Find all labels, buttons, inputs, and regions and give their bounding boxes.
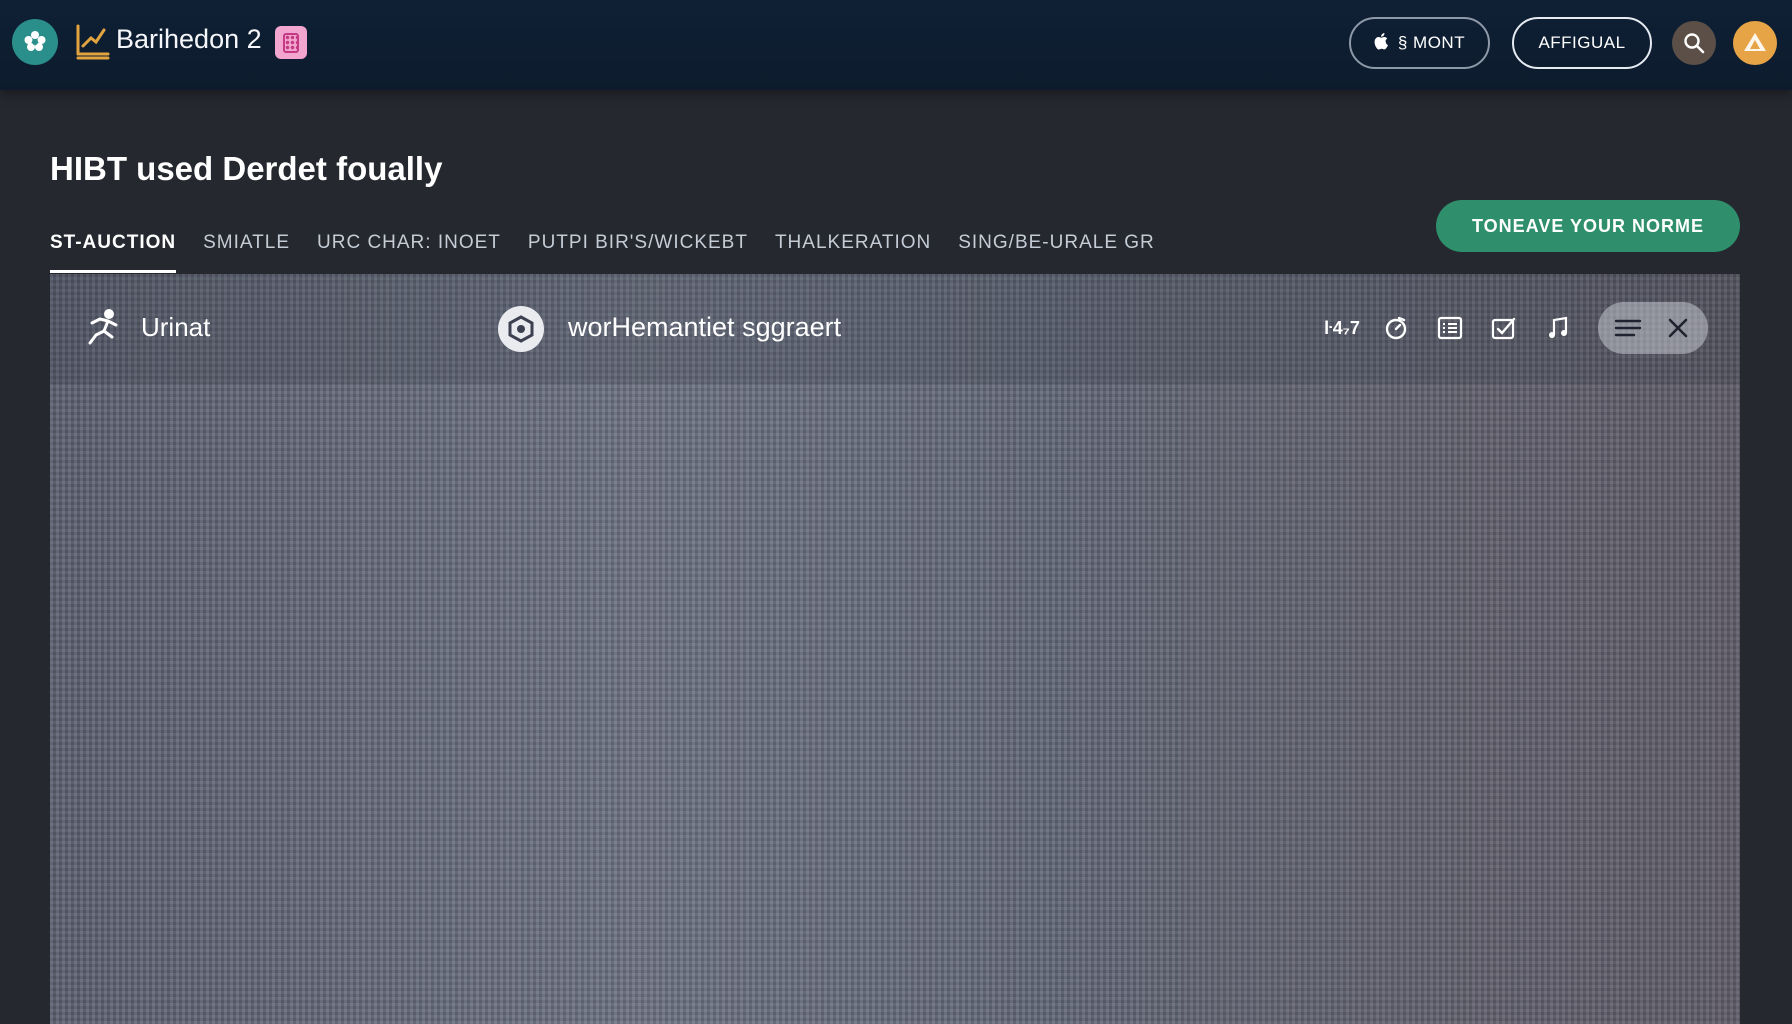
tab-urc-char[interactable]: URC CHAR: INOET — [317, 226, 501, 270]
login-label: § MONT — [1397, 33, 1466, 52]
list-icon[interactable] — [1430, 308, 1470, 348]
tab-thalkeration[interactable]: THALKERATION — [775, 226, 931, 270]
viewer-controls — [1598, 302, 1708, 354]
close-icon[interactable] — [1658, 308, 1698, 348]
cta-button[interactable]: TONEAVE YOUR NORME — [1436, 200, 1740, 252]
brand-title[interactable]: Barihedon 2 — [116, 24, 262, 55]
tab-single-urale[interactable]: SING/BE-URALE GR — [958, 226, 1155, 270]
media-viewer[interactable]: Urinat worHemantiet sggraert ŀ4₇7 — [50, 274, 1740, 1024]
viewer-left-label[interactable]: Urinat — [141, 312, 210, 343]
counter-icon[interactable]: ŀ4₇7 — [1322, 308, 1362, 348]
edit-icon[interactable] — [1484, 308, 1524, 348]
login-button[interactable]: § MONT — [1349, 17, 1490, 69]
viewer-title: worHemantiet sggraert — [568, 312, 842, 342]
signup-label: AFFIGUAL — [1538, 33, 1626, 52]
tab-smiatle[interactable]: SMIATLE — [203, 226, 290, 270]
avatar-icon[interactable] — [1733, 21, 1777, 65]
music-icon[interactable] — [1538, 308, 1578, 348]
page-title-bold: HIBT — [50, 150, 127, 187]
page-title-mid: used — [136, 150, 214, 187]
category-tabs: ST-AUCTION SMIATLE URC CHAR: INOET PUTPI… — [50, 226, 1182, 274]
tab-auction[interactable]: ST-AUCTION — [50, 226, 177, 273]
tab-putpi[interactable]: PUTPI BIR'S/WICKEBT — [528, 226, 748, 270]
flower-icon[interactable] — [12, 19, 58, 65]
menu-icon[interactable] — [1608, 308, 1648, 348]
counter-label: ŀ4₇7 — [1324, 317, 1360, 338]
hexagon-icon[interactable] — [498, 306, 544, 352]
page-title: HIBT used Derdet foually — [50, 150, 442, 188]
top-navigation-bar: Barihedon 2 § MONT AFFIGUAL — [0, 0, 1792, 90]
runner-icon — [84, 307, 124, 347]
page-title-end: foually — [336, 150, 443, 187]
signup-button[interactable]: AFFIGUAL — [1512, 17, 1652, 69]
apple-icon — [1374, 32, 1390, 55]
document-icon — [275, 26, 307, 59]
chart-icon — [74, 22, 110, 60]
search-icon[interactable] — [1672, 21, 1716, 65]
timer-icon[interactable] — [1376, 308, 1416, 348]
page-title-bold-2: Derdet — [222, 150, 327, 187]
viewer-right-region — [1180, 384, 1740, 1024]
